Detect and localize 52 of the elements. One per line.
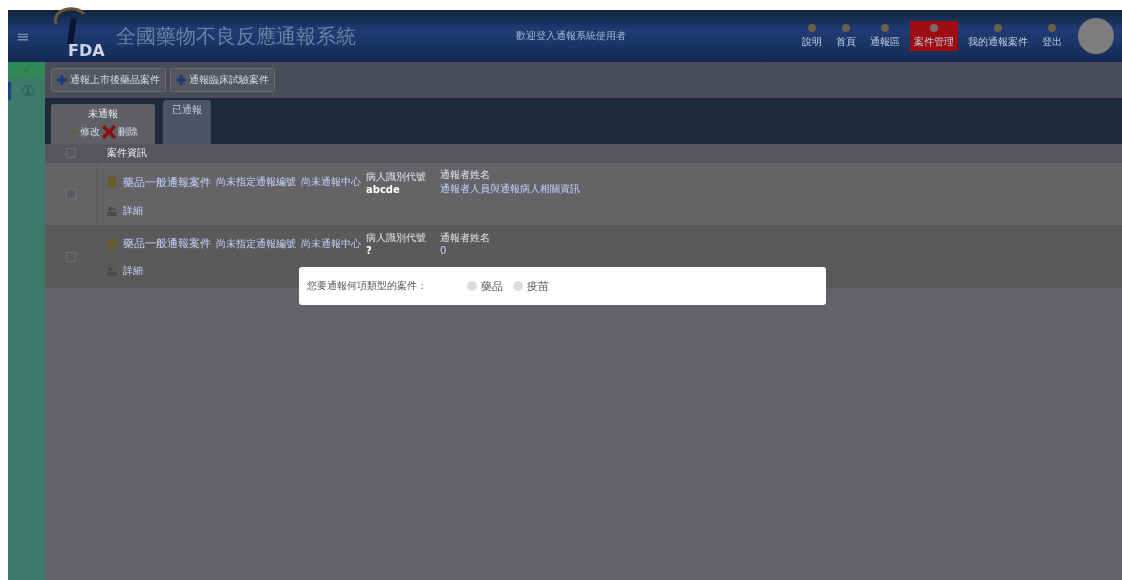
search-icon (22, 66, 31, 74)
nav-item[interactable]: 登出 (1038, 21, 1066, 51)
people-icon (106, 205, 118, 217)
menu-icon[interactable]: ≡ (16, 26, 36, 46)
avatar[interactable] (1078, 18, 1114, 54)
add-case-button[interactable]: 通報臨床試驗案件 (170, 68, 275, 92)
document-icon (106, 237, 118, 250)
case-type-link[interactable]: 藥品一般通報案件 (123, 236, 211, 251)
add-case-button[interactable]: 通報上市後藥品案件 (51, 68, 166, 92)
field-value: abcde (366, 183, 401, 195)
nav-item[interactable]: 說明 (798, 21, 826, 51)
case-number: 尚未指定通報編號 (216, 236, 296, 251)
field-label: 病人識別代號 (366, 169, 426, 184)
field-value: ? (366, 245, 373, 256)
detail-link[interactable]: 詳細 (123, 204, 143, 218)
delete-link[interactable]: 刪除 (117, 125, 138, 139)
edit-link[interactable]: 修改 (79, 125, 100, 139)
nav-circle-icon (993, 23, 1003, 33)
field-label: 通報者姓名 (440, 231, 490, 245)
radio-option[interactable]: 疫苗 (513, 278, 549, 294)
logo-text: FDA (68, 41, 105, 60)
field-value: 0 (440, 245, 448, 256)
field-label: 通報者姓名 (440, 168, 491, 182)
nav-item[interactable]: 首頁 (832, 21, 860, 51)
document-icon (106, 176, 118, 188)
nav-circle-icon (880, 23, 890, 33)
nav-circle-icon (841, 23, 851, 33)
nav-item[interactable]: 通報區 (866, 21, 904, 51)
case-type-link[interactable]: 藥品一般通報案件 (123, 174, 211, 190)
close-icon (101, 125, 116, 139)
case-center: 尚未通報中心 (301, 236, 361, 251)
tab[interactable]: 已通報 (163, 100, 211, 144)
nav-item[interactable]: 案件管理 (910, 21, 958, 51)
nav-circle-icon (1047, 23, 1057, 33)
nav-circle-icon (929, 23, 939, 33)
field-value: 通報者人員與通報病人相關資訊 (440, 182, 580, 196)
app-title: 全國藥物不良反應通報系統 (116, 22, 356, 50)
plus-icon (176, 75, 186, 85)
column-header: 案件資訊 (106, 146, 147, 160)
case-center: 尚未通報中心 (301, 175, 361, 189)
case-number: 尚未指定通報編號 (216, 175, 296, 189)
field-label: 病人識別代號 (366, 231, 426, 245)
nav-circle-icon (807, 23, 817, 33)
nav-item[interactable]: 我的通報案件 (964, 21, 1032, 51)
row-checkbox[interactable] (66, 252, 76, 262)
pencil-icon (68, 127, 78, 137)
radio-option[interactable]: 藥品 (467, 278, 503, 294)
dialog-question: 您要通報何項類型的案件： (307, 279, 428, 293)
tab[interactable]: 未通報 修改 刪除 (51, 104, 155, 144)
plus-icon (57, 75, 67, 85)
detail-link[interactable]: 詳細 (123, 264, 143, 278)
user-info: 歡迎登入通報系統使用者 (516, 29, 626, 43)
